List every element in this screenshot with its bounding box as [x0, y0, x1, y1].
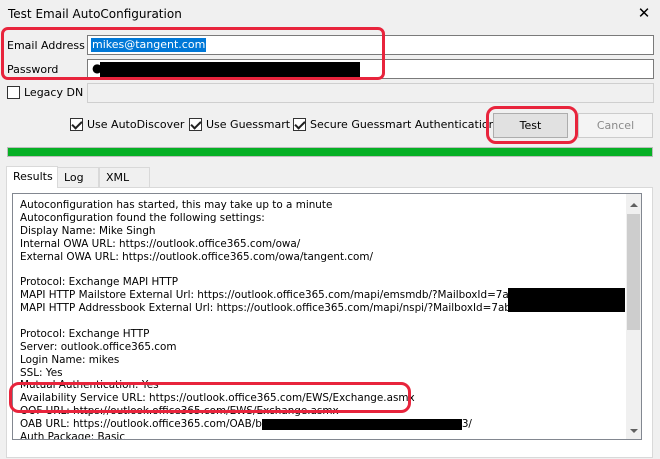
close-icon[interactable]: ✕	[634, 3, 654, 23]
mailbox-id-redaction	[508, 288, 625, 312]
result-line: MAPI HTTP Addressbook External Url: http…	[20, 302, 518, 315]
result-line: Login Name: mikes	[20, 353, 120, 366]
scroll-down-icon[interactable]	[630, 429, 638, 433]
highlight-test-button	[486, 106, 578, 144]
tab-results[interactable]: Results	[6, 166, 58, 188]
oab-redaction	[261, 418, 462, 430]
tab-log[interactable]: Log	[57, 167, 99, 187]
legacy-dn-checkbox[interactable]	[7, 86, 20, 99]
result-line: Protocol: Exchange HTTP	[20, 327, 150, 340]
result-line: Autoconfiguration has started, this may …	[20, 199, 333, 211]
window-title: Test Email AutoConfiguration	[8, 7, 182, 21]
result-line: OAB URL: https://outlook.office365.com/O…	[20, 418, 522, 431]
highlight-credentials	[1, 27, 385, 80]
use-autodiscover-checkbox[interactable]	[70, 118, 83, 131]
result-line	[20, 315, 522, 328]
result-line: Protocol: Exchange MAPI HTTP	[20, 276, 179, 289]
progress-fill	[8, 148, 652, 156]
result-line: External OWA URL: https://outlook.office…	[20, 250, 374, 263]
result-line: Internal OWA URL: https://outlook.office…	[20, 237, 301, 250]
result-line: Autoconfiguration found the following se…	[20, 211, 265, 224]
use-autodiscover-label: Use AutoDiscover	[87, 118, 185, 131]
secure-guessmart-label: Secure Guessmart Authentication	[310, 118, 496, 131]
cancel-button: Cancel	[578, 113, 653, 138]
progress-bar	[7, 147, 653, 157]
result-line: SSL: Yes	[20, 366, 63, 379]
secure-guessmart-checkbox[interactable]	[293, 118, 306, 131]
result-line: Display Name: Mike Singh	[20, 224, 156, 237]
result-line: Auth Package: Basic	[20, 431, 126, 440]
use-guessmart-label: Use Guessmart	[206, 118, 291, 131]
use-guessmart-checkbox[interactable]	[189, 118, 202, 131]
highlight-availability-url	[9, 382, 411, 413]
tab-xml[interactable]: XML	[99, 167, 150, 187]
result-line	[20, 263, 522, 276]
legacy-dn-field	[87, 83, 654, 103]
result-line: MAPI HTTP Mailstore External Url: https:…	[20, 289, 522, 302]
oab-url-suffix: 3/	[461, 418, 472, 431]
scrollbar-thumb[interactable]	[627, 214, 640, 330]
scroll-up-icon[interactable]	[630, 203, 638, 207]
result-line: Server: outlook.office365.com	[20, 340, 177, 353]
oab-url-text: OAB URL: https://outlook.office365.com/O…	[20, 418, 262, 431]
legacy-dn-label: Legacy DN	[24, 86, 84, 99]
